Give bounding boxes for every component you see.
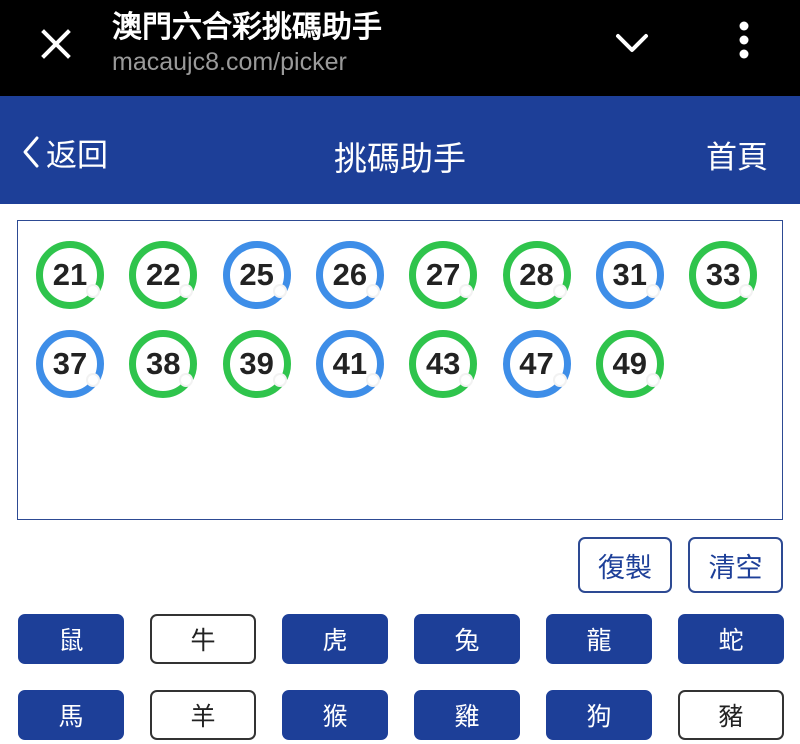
ball-number: 38 bbox=[146, 346, 181, 381]
zodiac-button[interactable]: 虎 bbox=[282, 614, 388, 664]
ball-highlight bbox=[86, 284, 100, 298]
ball-highlight bbox=[179, 284, 194, 298]
number-ball[interactable]: 21 bbox=[36, 241, 104, 309]
ball-highlight bbox=[272, 373, 287, 387]
ball-highlight bbox=[552, 284, 567, 298]
selected-numbers-panel: 21 22 25 26 27 28 31 33 37 38 39 41 43 47 49 bbox=[17, 220, 783, 520]
zodiac-button[interactable]: 豬 bbox=[678, 690, 784, 740]
close-icon[interactable] bbox=[34, 22, 78, 66]
browser-page-title: 澳門六合彩挑碼助手 bbox=[112, 10, 382, 45]
number-ball[interactable]: 41 bbox=[315, 330, 384, 398]
ball-highlight bbox=[645, 284, 660, 298]
back-button[interactable]: 返回 bbox=[20, 132, 108, 174]
ball-number: 26 bbox=[332, 257, 368, 292]
ball-number: 33 bbox=[705, 257, 741, 292]
ball-highlight bbox=[459, 284, 474, 298]
ball-highlight bbox=[86, 373, 100, 387]
ball-highlight bbox=[365, 373, 380, 387]
clear-button[interactable]: 清空 bbox=[688, 537, 783, 593]
number-ball[interactable]: 33 bbox=[689, 241, 758, 309]
ball-number: 41 bbox=[332, 346, 368, 381]
chevron-left-icon bbox=[23, 136, 39, 168]
ball-number: 28 bbox=[519, 257, 554, 292]
number-ball[interactable]: 31 bbox=[595, 241, 664, 309]
ball-number: 39 bbox=[239, 346, 274, 381]
ball-number: 37 bbox=[52, 346, 88, 381]
ball-number: 21 bbox=[52, 257, 88, 292]
zodiac-button[interactable]: 兔 bbox=[414, 614, 520, 664]
nav-header: 返回 挑碼助手 首頁 bbox=[0, 96, 800, 204]
zodiac-button[interactable]: 狗 bbox=[546, 690, 652, 740]
zodiac-button[interactable]: 蛇 bbox=[678, 614, 784, 664]
number-ball[interactable]: 25 bbox=[222, 241, 291, 309]
chevron-down-icon[interactable] bbox=[610, 24, 654, 64]
more-vertical-icon[interactable] bbox=[724, 18, 764, 62]
number-ball[interactable]: 28 bbox=[502, 241, 571, 309]
ball-highlight bbox=[179, 373, 194, 387]
browser-bar: 澳門六合彩挑碼助手 macaujc8.com/picker bbox=[0, 0, 800, 96]
ball-highlight bbox=[739, 284, 754, 298]
home-button[interactable]: 首頁 bbox=[706, 132, 768, 177]
zodiac-button[interactable]: 牛 bbox=[150, 614, 256, 664]
number-ball[interactable]: 26 bbox=[315, 241, 384, 309]
ball-number: 47 bbox=[519, 346, 554, 381]
zodiac-button[interactable]: 羊 bbox=[150, 690, 256, 740]
zodiac-button[interactable]: 鼠 bbox=[18, 614, 124, 664]
number-ball[interactable]: 47 bbox=[502, 330, 571, 398]
number-ball[interactable]: 43 bbox=[409, 330, 478, 398]
ball-number: 31 bbox=[612, 257, 648, 292]
ball-number: 49 bbox=[612, 346, 648, 381]
ball-number: 22 bbox=[146, 257, 181, 292]
number-ball[interactable]: 22 bbox=[129, 241, 198, 309]
number-ball[interactable]: 38 bbox=[129, 330, 198, 398]
ball-number: 27 bbox=[425, 257, 461, 292]
number-ball[interactable]: 39 bbox=[222, 330, 291, 398]
browser-url[interactable]: macaujc8.com/picker bbox=[112, 48, 347, 77]
ball-highlight bbox=[645, 373, 660, 387]
ball-highlight bbox=[459, 373, 474, 387]
zodiac-button[interactable]: 馬 bbox=[18, 690, 124, 740]
back-label: 返回 bbox=[46, 137, 108, 174]
page-title: 挑碼助手 bbox=[334, 139, 466, 178]
ball-highlight bbox=[365, 284, 380, 298]
ball-highlight bbox=[552, 373, 567, 387]
zodiac-button[interactable]: 雞 bbox=[414, 690, 520, 740]
ball-highlight bbox=[272, 284, 287, 298]
number-ball[interactable]: 49 bbox=[595, 330, 664, 398]
number-ball[interactable]: 27 bbox=[409, 241, 478, 309]
zodiac-button[interactable]: 龍 bbox=[546, 614, 652, 664]
zodiac-button[interactable]: 猴 bbox=[282, 690, 388, 740]
copy-button[interactable]: 復製 bbox=[578, 537, 672, 593]
ball-number: 25 bbox=[239, 257, 274, 292]
ball-number: 43 bbox=[425, 346, 461, 381]
number-ball[interactable]: 37 bbox=[36, 330, 104, 398]
